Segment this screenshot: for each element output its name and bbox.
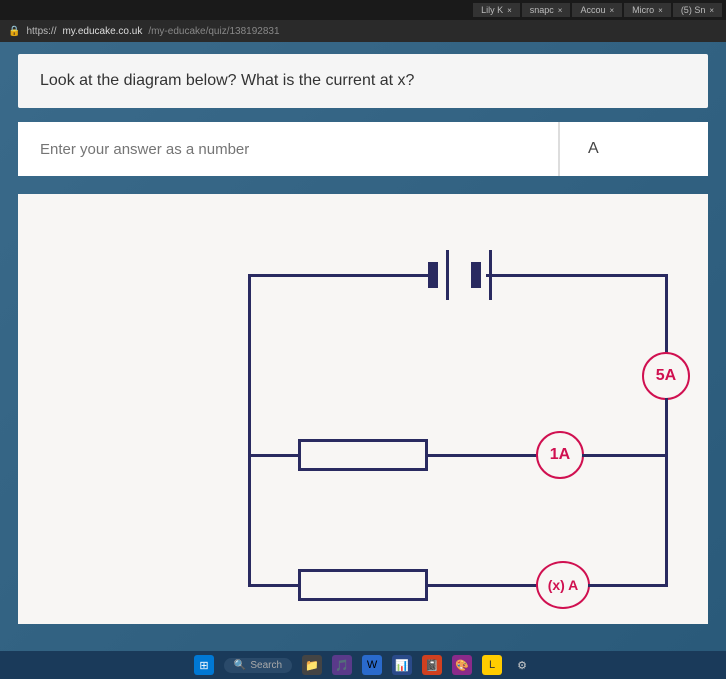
answer-input[interactable] (18, 122, 558, 176)
ammeter-x: (x) A (536, 561, 590, 609)
answer-unit: A (558, 122, 708, 176)
taskbar-app-icon[interactable]: 📓 (422, 655, 442, 675)
url-domain: my.educake.co.uk (62, 26, 142, 37)
lock-icon: 🔒 (8, 26, 20, 37)
question-text: Look at the diagram below? What is the c… (18, 54, 708, 108)
taskbar-app-icon[interactable]: 🎨 (452, 655, 472, 675)
taskbar-search[interactable]: 🔍 Search (224, 658, 292, 673)
close-icon[interactable]: × (507, 6, 512, 15)
ammeter-5a: 5A (642, 352, 690, 400)
resistor-bottom (298, 569, 428, 601)
tab-lily[interactable]: Lily K × (473, 3, 520, 17)
close-icon[interactable]: × (558, 6, 563, 15)
taskbar-app-icon[interactable]: 📁 (302, 655, 322, 675)
content-area: Look at the diagram below? What is the c… (0, 42, 726, 651)
close-icon[interactable]: × (609, 6, 614, 15)
url-path: /my-educake/quiz/138192831 (148, 26, 279, 37)
browser-tabs-bar: Lily K × snapc × Accou × Micro × (5) Sn … (0, 0, 726, 20)
taskbar-app-icon[interactable]: L (482, 655, 502, 675)
tab-micro[interactable]: Micro × (624, 3, 671, 17)
circuit-diagram: 5A 1A (x) A (18, 194, 708, 624)
ammeter-1a: 1A (536, 431, 584, 479)
taskbar-app-icon[interactable]: 🎵 (332, 655, 352, 675)
close-icon[interactable]: × (658, 6, 663, 15)
tab-snapc[interactable]: snapc × (522, 3, 571, 17)
settings-icon[interactable]: ⚙ (512, 655, 532, 675)
url-prefix: https:// (26, 26, 56, 37)
taskbar: ⊞ 🔍 Search 📁 🎵 W 📊 📓 🎨 L ⚙ (0, 651, 726, 679)
close-icon[interactable]: × (709, 6, 714, 15)
resistor-top (298, 439, 428, 471)
tab-sn[interactable]: (5) Sn × (673, 3, 722, 17)
battery-symbol (428, 250, 492, 300)
tab-accou[interactable]: Accou × (572, 3, 622, 17)
search-icon: 🔍 (234, 660, 246, 671)
start-icon[interactable]: ⊞ (194, 655, 214, 675)
taskbar-app-icon[interactable]: W (362, 655, 382, 675)
taskbar-app-icon[interactable]: 📊 (392, 655, 412, 675)
url-bar[interactable]: 🔒 https:// my.educake.co.uk/my-educake/qu… (0, 20, 726, 42)
answer-row: A (18, 122, 708, 176)
